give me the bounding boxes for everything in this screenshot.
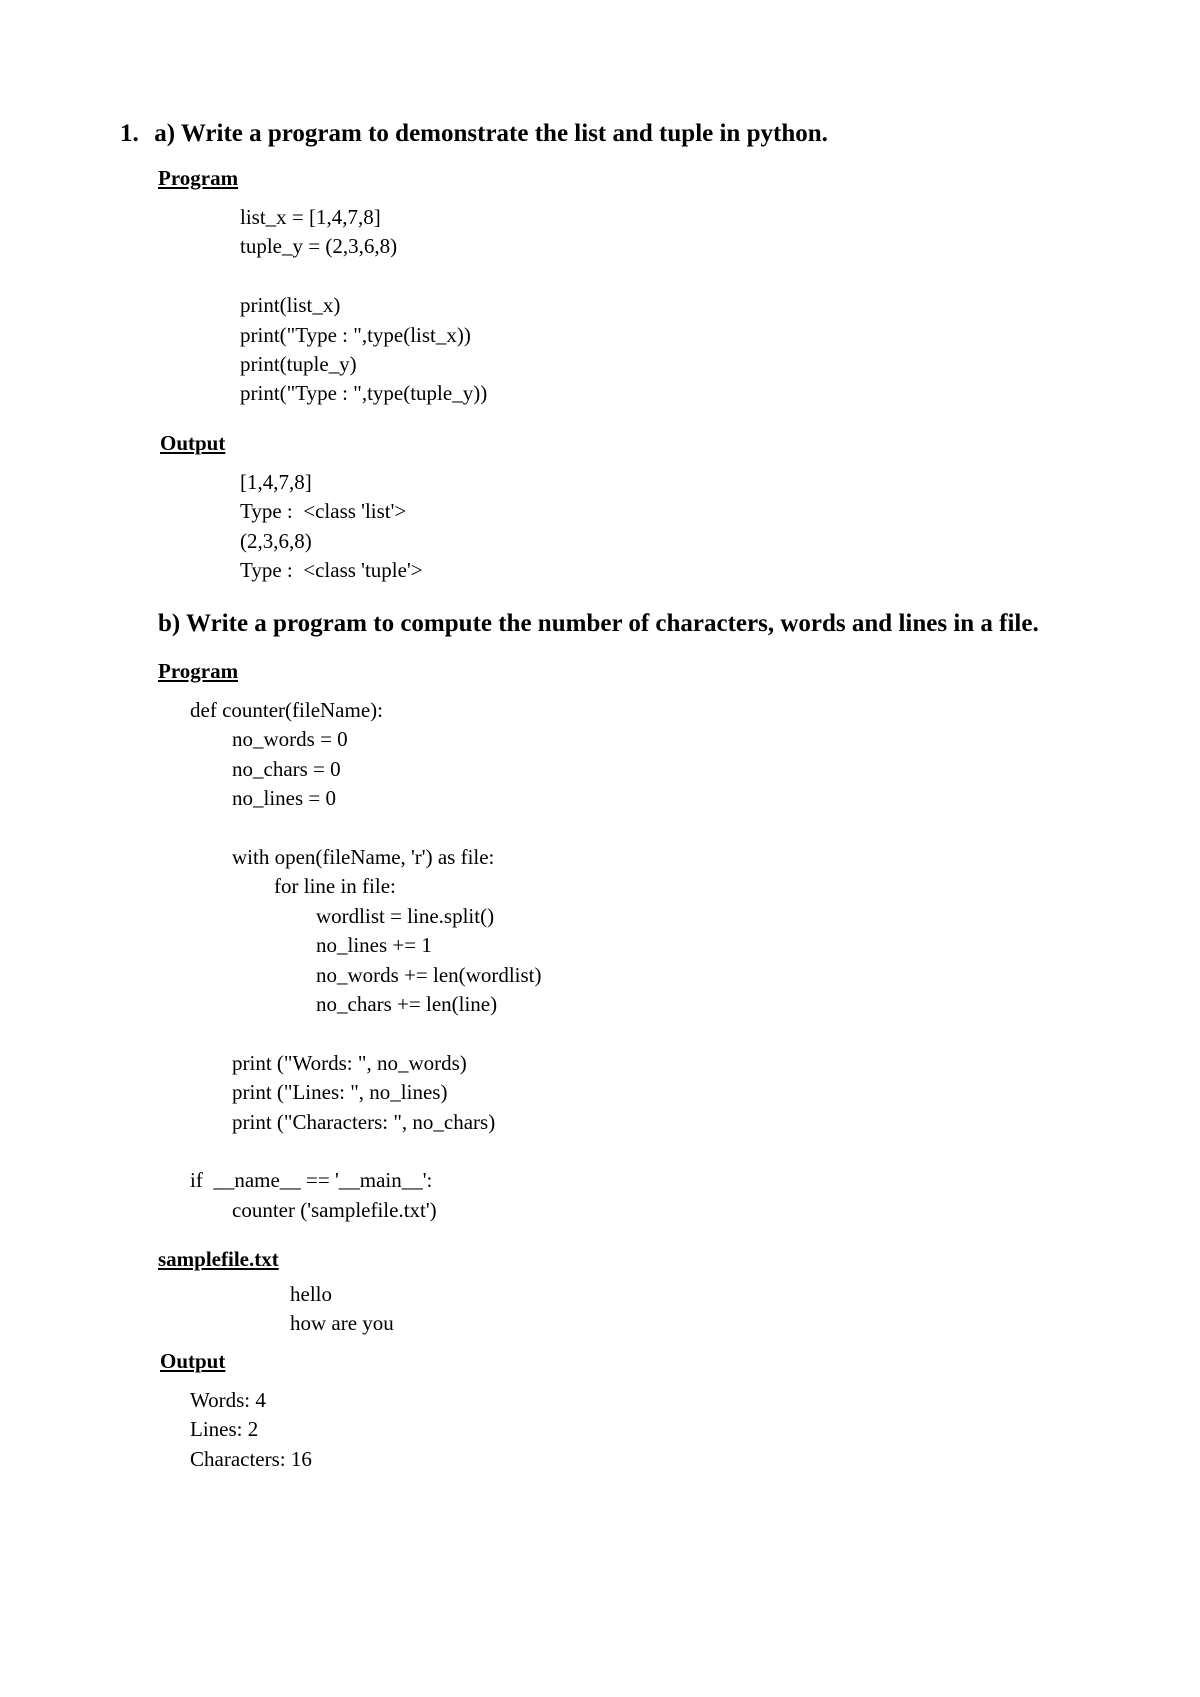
program-label-1b: Program [158, 659, 1080, 684]
samplefile-label: samplefile.txt [158, 1247, 1080, 1272]
page-content: 1. a) Write a program to demonstrate the… [0, 0, 1200, 1576]
code-block-1b: def counter(fileName): no_words = 0 no_c… [190, 696, 1080, 1225]
output-block-1a: [1,4,7,8] Type : <class 'list'> (2,3,6,8… [240, 468, 1080, 586]
output-label-1a: Output [160, 431, 1080, 456]
question-1b-heading: b) Write a program to compute the number… [158, 607, 1080, 641]
program-label-1a: Program [158, 166, 1080, 191]
question-number: 1. [120, 120, 148, 148]
output-block-1b: Words: 4 Lines: 2 Characters: 16 [190, 1386, 1080, 1474]
output-label-1b: Output [160, 1349, 1080, 1374]
question-1a-heading: 1. a) Write a program to demonstrate the… [120, 120, 1080, 148]
code-block-1a: list_x = [1,4,7,8] tuple_y = (2,3,6,8) p… [240, 203, 1080, 409]
question-1a-title: a) Write a program to demonstrate the li… [154, 120, 828, 147]
samplefile-content: hello how are you [290, 1280, 1080, 1339]
